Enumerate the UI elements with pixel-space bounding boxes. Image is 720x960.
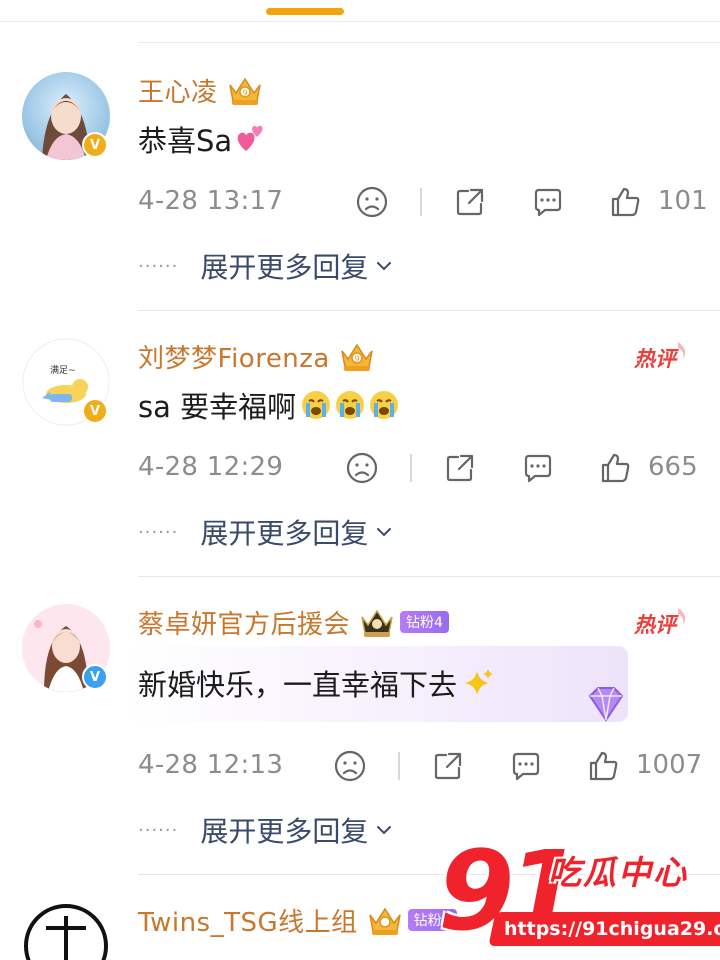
avatar[interactable]: V: [22, 604, 110, 692]
comment-meta: 4-28 13:17 101: [138, 182, 708, 222]
divider: [138, 42, 720, 43]
watermark-url-text: https://91chigua29.com: [504, 918, 720, 940]
watermark-logo: 91 吃瓜中心 https://91chigua29.com: [436, 836, 720, 960]
crying-face-icon: [336, 391, 365, 419]
top-tab-bar: [0, 0, 720, 22]
reply-comment-icon[interactable]: [530, 184, 566, 220]
chevron-down-icon: [377, 262, 392, 271]
like-count: 101: [658, 186, 708, 216]
username[interactable]: 刘梦梦Fiorenza: [138, 338, 330, 375]
comment-time: 4-28 13:17: [138, 186, 284, 216]
svg-text:9: 9: [354, 355, 359, 364]
avatar[interactable]: 满足~ V: [22, 338, 110, 426]
share-icon[interactable]: [430, 748, 466, 784]
hot-comment-icon: 热评: [633, 608, 686, 637]
watermark-url: https://91chigua29.com: [488, 912, 720, 946]
dots-icon: ······: [138, 819, 179, 841]
share-icon[interactable]: [442, 450, 478, 486]
comment-text: 恭喜Sa: [138, 118, 266, 160]
like-thumb-icon[interactable]: [608, 184, 644, 220]
dislike-face-icon[interactable]: [332, 748, 368, 784]
comment-meta: 4-28 12:13 1007: [138, 746, 702, 786]
crown-badge-icon: [361, 609, 393, 637]
divider: [398, 752, 400, 780]
reply-comment-icon[interactable]: [508, 748, 544, 784]
crown-badge-icon: 9: [341, 343, 373, 371]
chevron-down-icon: [377, 528, 392, 537]
expand-more-replies[interactable]: ······ 展开更多回复: [138, 246, 394, 286]
hot-comment-icon: 热评: [633, 342, 686, 371]
comment-meta: 4-28 12:29 665: [138, 448, 698, 488]
like-thumb-icon[interactable]: [598, 450, 634, 486]
two-hearts-icon: [237, 125, 263, 151]
name-row: 蔡卓妍官方后援会 钻粉4: [138, 604, 449, 640]
name-row: 王心凌 9: [138, 72, 264, 108]
dislike-face-icon[interactable]: [354, 184, 390, 220]
dots-icon: ······: [138, 255, 179, 277]
comment-content: 新婚快乐，一直幸福下去: [138, 668, 458, 702]
username[interactable]: Twins_TSG线上组: [138, 902, 358, 939]
name-row: 刘梦梦Fiorenza 9: [138, 338, 376, 374]
crown-badge-icon: [368, 907, 401, 935]
username[interactable]: 蔡卓妍官方后援会: [138, 604, 350, 641]
verified-badge-icon: V: [82, 664, 108, 690]
sparkles-icon: [465, 669, 494, 695]
comment-text: 新婚快乐，一直幸福下去: [138, 662, 495, 704]
watermark-brand: 吃瓜中心: [548, 853, 688, 892]
name-row: Twins_TSG线上组 钻粉1: [138, 902, 457, 938]
active-tab-indicator: [266, 8, 344, 15]
comment-text: sa 要幸福啊: [138, 384, 400, 426]
username[interactable]: 王心凌: [138, 72, 218, 109]
hot-label: 热评: [633, 613, 679, 637]
comment-time: 4-28 12:13: [138, 750, 284, 780]
chevron-down-icon: [377, 826, 392, 835]
diamond-badge-icon: [588, 687, 624, 722]
expand-label: 展开更多回复: [200, 815, 369, 848]
fan-level-badge: 钻粉4: [400, 611, 449, 633]
hot-label: 热评: [633, 347, 679, 371]
like-count: 665: [648, 452, 698, 482]
avatar-caption: 满足~: [50, 365, 76, 376]
dots-icon: ······: [138, 521, 179, 543]
comment-content: sa 要幸福啊: [138, 390, 297, 424]
share-icon[interactable]: [452, 184, 488, 220]
expand-label: 展开更多回复: [200, 251, 369, 284]
expand-label: 展开更多回复: [200, 517, 369, 550]
divider: [138, 576, 720, 577]
reply-comment-icon[interactable]: [520, 450, 556, 486]
verified-badge-icon: V: [82, 132, 108, 158]
avatar[interactable]: V: [22, 72, 110, 160]
divider: [410, 454, 412, 482]
crown-badge-icon: 9: [228, 77, 261, 105]
crying-face-icon: [302, 391, 331, 419]
divider: [420, 188, 422, 216]
svg-text:9: 9: [242, 89, 247, 98]
expand-more-replies[interactable]: ······ 展开更多回复: [138, 810, 394, 850]
avatar-image: [22, 902, 110, 960]
avatar[interactable]: [22, 902, 110, 960]
verified-badge-icon: V: [82, 398, 108, 424]
comment-time: 4-28 12:29: [138, 452, 284, 482]
expand-more-replies[interactable]: ······ 展开更多回复: [138, 512, 394, 552]
comment-content: 恭喜Sa: [138, 124, 233, 158]
like-count: 1007: [636, 750, 703, 780]
divider: [138, 310, 720, 311]
dislike-face-icon[interactable]: [344, 450, 380, 486]
crying-face-icon: [370, 391, 399, 419]
like-thumb-icon[interactable]: [586, 748, 622, 784]
